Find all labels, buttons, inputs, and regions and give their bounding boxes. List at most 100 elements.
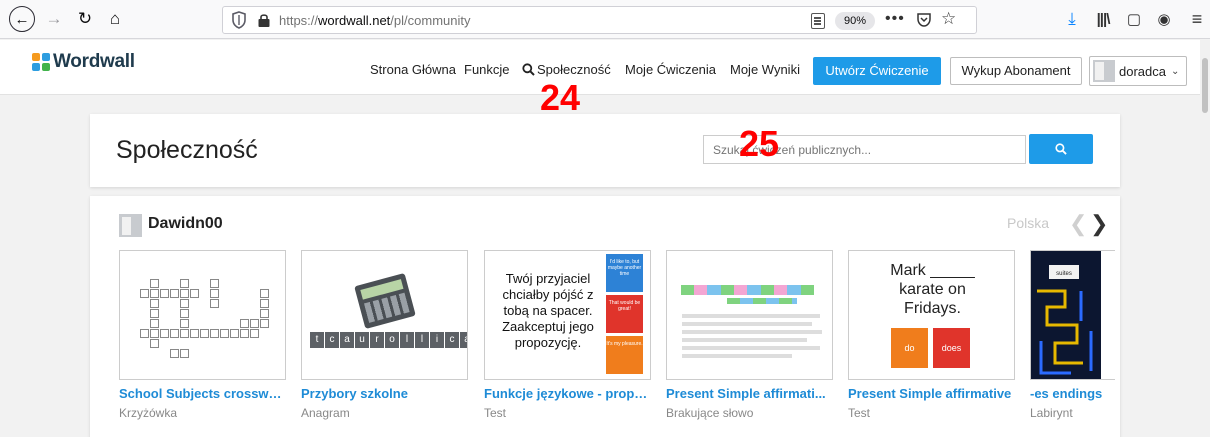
reader-view-icon[interactable] — [811, 13, 825, 29]
letter-tiles: tcaurollica — [310, 332, 467, 348]
chevron-right-icon[interactable]: ❯ — [1090, 211, 1108, 237]
pocket-icon[interactable] — [916, 12, 932, 28]
user-menu-button[interactable]: doradca ⌄ — [1089, 56, 1187, 86]
section-username[interactable]: Dawidn00 — [148, 215, 223, 233]
nav-home[interactable]: Strona Główna — [370, 62, 456, 77]
community-header-card: Społeczność — [90, 114, 1120, 187]
home-icon[interactable]: ⌂ — [105, 7, 125, 31]
crossword-cell — [170, 349, 179, 358]
letter-tile: c — [445, 332, 459, 348]
crossword-cell — [180, 329, 189, 338]
crossword-cell — [250, 319, 259, 328]
maze-image: suites — [1031, 251, 1101, 379]
maze-label: suites — [1056, 271, 1072, 277]
crossword-cell — [260, 319, 269, 328]
maze-thumbnail[interactable]: suites — [1030, 250, 1115, 380]
activity-card[interactable]: Present Simple affirmati... Brakujące sł… — [666, 250, 833, 420]
subscribe-button[interactable]: Wykup Abonament — [950, 57, 1082, 85]
crossword-cell — [180, 349, 189, 358]
word-bank — [681, 285, 814, 295]
nav-features[interactable]: Funkcje — [464, 62, 510, 77]
chevron-left-icon[interactable]: ❮ — [1069, 211, 1087, 237]
crossword-cell — [180, 279, 189, 288]
activity-card[interactable]: Mark _____ karate on Fridays. do does Pr… — [848, 250, 1015, 420]
crossword-cell — [150, 309, 159, 318]
crossword-cell — [140, 289, 149, 298]
missing-word-thumbnail[interactable] — [666, 250, 833, 380]
activity-title[interactable]: Przybory szkolne — [301, 386, 468, 401]
quiz-thumbnail[interactable]: Twój przyjaciel chciałby pójść z tobą na… — [484, 250, 651, 380]
letter-tile: u — [355, 332, 369, 348]
crossword-cell — [250, 329, 259, 338]
url-text[interactable]: https://wordwall.net/pl/community — [279, 13, 471, 28]
text-line — [682, 314, 820, 318]
activity-title[interactable]: Present Simple affirmati... — [666, 386, 833, 401]
site-header: Wordwall Strona Główna Funkcje Społeczno… — [0, 40, 1200, 95]
crossword-cell — [260, 289, 269, 298]
avatar — [119, 214, 142, 237]
letter-tile: a — [340, 332, 354, 348]
hamburger-menu-icon[interactable]: ≡ — [1188, 7, 1206, 31]
reload-icon[interactable]: ↻ — [75, 7, 95, 31]
crossword-cell — [210, 329, 219, 338]
activity-card[interactable]: tcaurollica Przybory szkolne Anagram — [301, 250, 468, 420]
crossword-cell — [170, 329, 179, 338]
shield-icon[interactable] — [231, 11, 247, 29]
activity-card[interactable]: suites -es endings Labirynt — [1030, 250, 1115, 420]
crossword-cell — [190, 289, 199, 298]
page-actions-icon[interactable]: ••• — [885, 10, 905, 28]
crossword-cell — [260, 299, 269, 308]
chevron-down-icon: ⌄ — [1170, 65, 1180, 77]
crossword-cell — [180, 299, 189, 308]
search-button[interactable] — [1029, 134, 1093, 164]
crossword-cell — [160, 289, 169, 298]
wordwall-logo[interactable]: Wordwall — [32, 51, 135, 73]
crossword-cell — [240, 329, 249, 338]
letter-tile: i — [430, 332, 444, 348]
back-arrow-icon[interactable]: ← — [9, 6, 35, 32]
anagram-thumbnail[interactable]: tcaurollica — [301, 250, 468, 380]
account-icon[interactable]: ◉ — [1154, 7, 1174, 31]
quiz-option: I'd like to, but maybe another time — [606, 254, 643, 292]
activity-card[interactable]: Twój przyjaciel chciałby pójść z tobą na… — [484, 250, 651, 420]
text-line — [682, 346, 820, 350]
sidebar-icon[interactable]: ▢ — [1124, 7, 1144, 31]
create-activity-button[interactable]: Utwórz Ćwiczenie — [813, 57, 941, 85]
bookmark-star-icon[interactable]: ☆ — [941, 9, 956, 29]
download-icon[interactable]: ⤓ — [1062, 7, 1082, 31]
address-bar[interactable]: https://wordwall.net/pl/community 90% ••… — [222, 6, 977, 34]
nav-my-activities[interactable]: Moje Ćwiczenia — [625, 62, 716, 77]
activity-title[interactable]: School Subjects crossword — [119, 386, 286, 401]
letter-tile: l — [415, 332, 429, 348]
activity-card[interactable]: School Subjects crossword Krzyżówka — [119, 250, 286, 420]
crossword-cell — [230, 329, 239, 338]
zoom-level[interactable]: 90% — [835, 12, 875, 30]
activity-title[interactable]: -es endings — [1030, 386, 1115, 401]
language-label: Polska — [1007, 215, 1050, 231]
quiz-thumbnail[interactable]: Mark _____ karate on Fridays. do does — [848, 250, 1015, 380]
nav-my-results[interactable]: Moje Wyniki — [730, 62, 800, 77]
nav-community-label: Społeczność — [537, 62, 611, 77]
crossword-cell — [140, 329, 149, 338]
library-icon[interactable]: |||\ — [1093, 7, 1113, 31]
quiz-option: That would be great! — [606, 295, 643, 333]
activity-title[interactable]: Funkcje językowe - propo... — [484, 386, 651, 401]
crossword-thumbnail[interactable] — [119, 250, 286, 380]
activity-title[interactable]: Present Simple affirmative — [848, 386, 1015, 401]
forward-arrow-icon[interactable]: → — [44, 7, 64, 31]
lock-icon[interactable] — [257, 12, 271, 28]
crossword-cell — [150, 279, 159, 288]
nav-community[interactable]: Społeczność — [522, 62, 611, 77]
crossword-cell — [210, 289, 219, 298]
quiz-question-text: Mark _____ karate on Fridays. — [890, 262, 975, 317]
text-line — [682, 322, 812, 326]
text-line — [682, 330, 822, 334]
letter-tile: l — [400, 332, 414, 348]
letter-tile: t — [310, 332, 324, 348]
avatar — [1093, 60, 1115, 82]
scrollbar-thumb[interactable] — [1202, 58, 1208, 113]
crossword-cell — [150, 339, 159, 348]
word-bank — [727, 298, 797, 304]
text-line — [682, 354, 792, 358]
overlay-number: 24 — [540, 77, 581, 118]
